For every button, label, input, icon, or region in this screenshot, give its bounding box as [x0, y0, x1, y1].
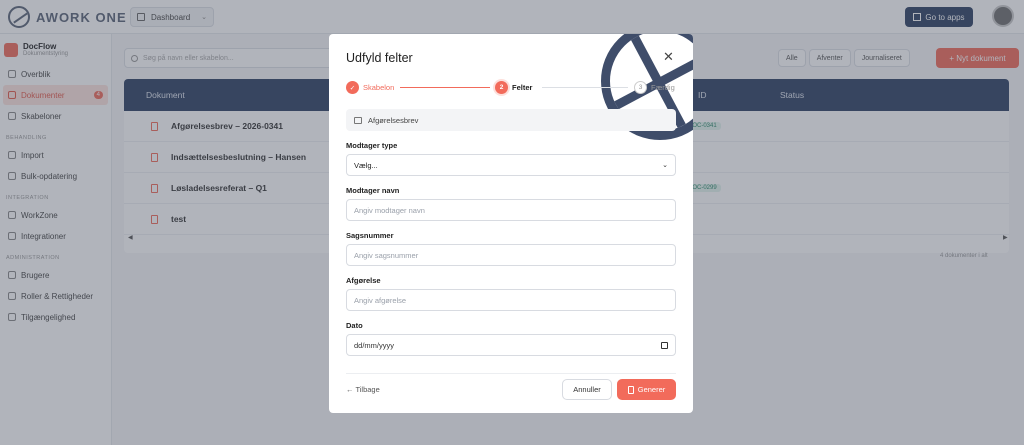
step-label: Færdig	[651, 83, 675, 92]
fill-fields-dialog: Udfyld felter ✕ ✓ Skabelon 2 Felter 3 Fæ…	[329, 34, 693, 413]
field-label: Dato	[346, 321, 363, 330]
input-placeholder: Angiv afgørelse	[354, 295, 407, 305]
back-button[interactable]: ← Tilbage	[346, 385, 380, 394]
step-skabelon[interactable]: ✓ Skabelon	[346, 81, 394, 94]
step-number: 2	[495, 81, 508, 94]
stepper-line	[400, 87, 490, 88]
case-number-input[interactable]: Angiv sagsnummer	[346, 244, 676, 266]
cancel-button[interactable]: Annuller	[562, 379, 612, 400]
selected-template: Afgørelsesbrev	[346, 109, 676, 131]
input-placeholder: Angiv sagsnummer	[354, 250, 419, 260]
chevron-down-icon: ⌄	[662, 162, 668, 169]
field-label: Modtager type	[346, 141, 398, 150]
generate-button[interactable]: Generer	[617, 379, 676, 400]
recipient-type-select[interactable]: Vælg... ⌄	[346, 154, 676, 176]
generate-label: Generer	[637, 385, 666, 394]
divider	[346, 373, 676, 374]
step-number: 3	[634, 81, 647, 94]
field-label: Modtager navn	[346, 186, 400, 195]
step-faerdig: 3 Færdig	[634, 81, 675, 94]
stepper-line	[542, 87, 628, 88]
field-label: Sagsnummer	[346, 231, 394, 240]
decision-input[interactable]: Angiv afgørelse	[346, 289, 676, 311]
date-value: dd/mm/yyyy	[354, 340, 395, 350]
dialog-title: Udfyld felter	[346, 51, 413, 65]
date-input[interactable]: dd/mm/yyyy	[346, 334, 676, 356]
recipient-name-input[interactable]: Angiv modtager navn	[346, 199, 676, 221]
step-felter: 2 Felter	[495, 81, 532, 94]
field-label: Afgørelse	[346, 276, 381, 285]
calendar-icon[interactable]	[661, 341, 668, 349]
check-icon: ✓	[346, 81, 359, 94]
document-icon	[627, 385, 634, 394]
close-icon[interactable]: ✕	[663, 49, 674, 65]
template-icon	[354, 116, 362, 124]
input-placeholder: Angiv modtager navn	[354, 205, 425, 215]
select-value: Vælg...	[354, 160, 378, 170]
template-name: Afgørelsesbrev	[368, 115, 419, 125]
step-label: Skabelon	[363, 83, 395, 92]
step-label: Felter	[512, 83, 533, 92]
